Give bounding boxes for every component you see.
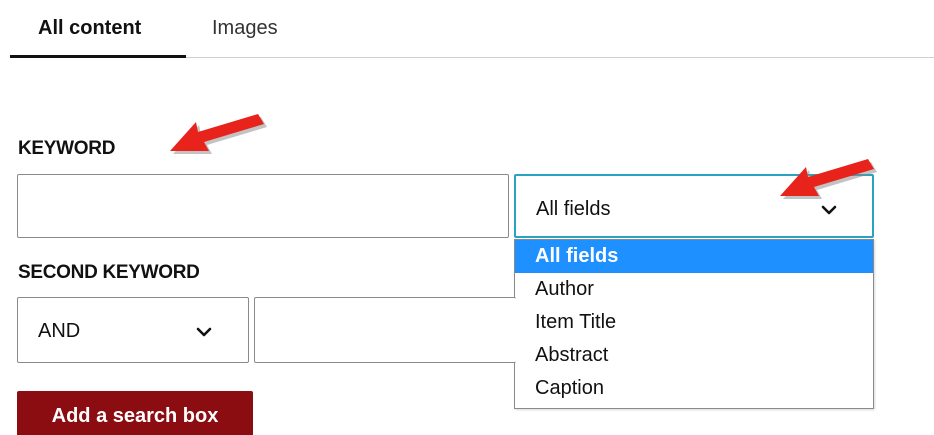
option-author[interactable]: Author [515, 273, 873, 306]
option-caption[interactable]: Caption [515, 372, 873, 405]
tab-all-content[interactable]: All content [38, 16, 141, 40]
option-abstract[interactable]: Abstract [515, 339, 873, 372]
field-select-value: All fields [536, 198, 611, 220]
tab-images[interactable]: Images [212, 16, 278, 40]
option-item-title[interactable]: Item Title [515, 306, 873, 339]
second-keyword-input[interactable] [254, 297, 516, 363]
chevron-down-icon [196, 327, 212, 337]
keyword-input[interactable] [17, 174, 509, 238]
field-select-dropdown: All fields Author Item Title Abstract Ca… [514, 239, 874, 409]
operator-select[interactable]: AND [17, 297, 249, 363]
add-search-box-button[interactable]: Add a search box [17, 391, 253, 435]
keyword-label: KEYWORD [18, 138, 116, 159]
operator-select-value: AND [38, 320, 81, 342]
annotation-arrow-icon [780, 159, 877, 199]
option-all-fields[interactable]: All fields [515, 240, 873, 273]
second-keyword-label: SECOND KEYWORD [18, 262, 200, 283]
annotation-arrow-icon [170, 114, 267, 154]
active-tab-underline [10, 55, 186, 58]
content-tabs: All content Images [10, 0, 934, 58]
